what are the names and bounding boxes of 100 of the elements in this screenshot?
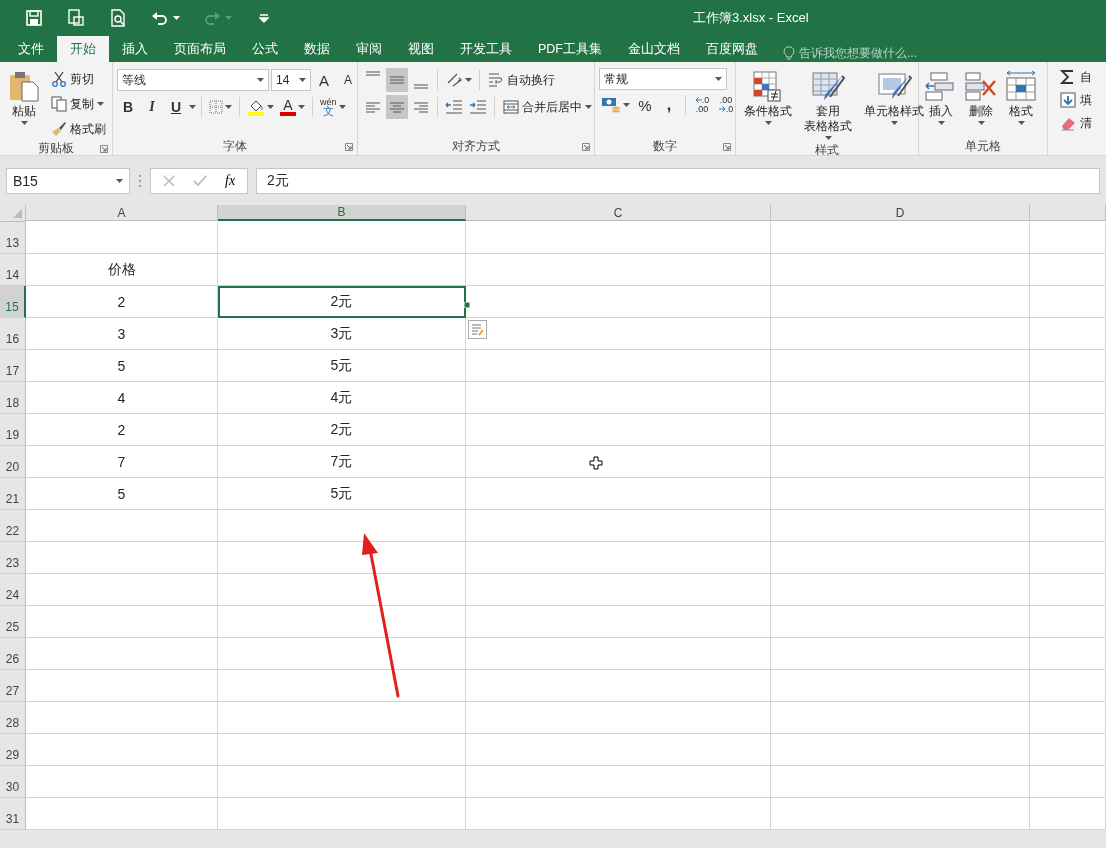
ribbon-tab[interactable]: 金山文档 [615,36,693,62]
delete-cells-button[interactable]: 删除 [963,68,999,137]
decrease-decimal-button[interactable]: .00 .0 [715,93,737,117]
group-label: 样式 [815,142,839,155]
row-header[interactable]: 18 [0,382,26,414]
percent-button[interactable]: % [634,93,656,117]
borders-icon [209,100,223,114]
caret-icon [173,16,180,20]
row-header[interactable]: 30 [0,766,26,798]
eraser-button[interactable]: 清 [1056,112,1095,134]
table-cell: 7 [26,446,218,478]
column-header[interactable]: B [218,205,466,221]
cancel-icon[interactable] [163,174,175,187]
dialog-launcher-icon[interactable] [100,145,108,153]
row-header[interactable]: 22 [0,510,26,542]
ribbon-tab[interactable]: 公式 [239,36,291,62]
fill-handle[interactable] [464,302,470,308]
table-cell: 2 [26,286,218,318]
column-header[interactable]: A [26,205,218,221]
dialog-launcher-icon[interactable] [582,143,590,151]
column-header[interactable]: D [771,205,1030,221]
row-header[interactable]: 13 [0,222,26,254]
row-header[interactable]: 25 [0,606,26,638]
group-label: 数字 [653,137,677,155]
column-header[interactable]: C [466,205,771,221]
tell-me-field[interactable]: 告诉我您想要做什么... [799,45,917,62]
horizontal-align-button[interactable] [386,95,408,119]
row-header[interactable]: 26 [0,638,26,670]
conditional-format-button[interactable]: 条件格式 [740,68,796,142]
caret-icon [97,102,104,106]
ribbon-tab[interactable]: 视图 [395,36,447,62]
shrink-font-button[interactable]: A [337,68,359,92]
table-cell: 3元 [218,318,466,350]
vertical-align-button[interactable] [386,68,408,92]
paintbrush-icon [51,121,67,137]
bold-button[interactable]: B [117,95,139,119]
ribbon-tab[interactable]: 页面布局 [161,36,239,62]
copy-button[interactable]: 复制 [48,93,109,115]
italic-button[interactable]: I [141,95,163,119]
table-style-button[interactable]: 套用 表格格式 [800,68,856,142]
format-cells-button[interactable]: 格式 [1003,68,1039,137]
grow-font-button[interactable]: A [313,68,335,92]
merge-cells-icon [503,99,519,115]
row-header[interactable]: 17 [0,350,26,382]
group-label: 对齐方式 [452,137,500,155]
row-header[interactable]: 20 [0,446,26,478]
insert-function-button[interactable]: fx [225,172,236,189]
row-header[interactable]: 15 [0,286,26,318]
caret-icon [623,103,630,107]
increase-decimal-button[interactable]: .0 .00 [691,93,713,117]
row-header[interactable]: 16 [0,318,26,350]
select-all-icon[interactable] [12,208,24,220]
cut-button[interactable]: 剪切 [48,68,109,90]
row-header[interactable]: 14 [0,254,26,286]
row-header[interactable]: 23 [0,542,26,574]
paste-button[interactable]: 粘贴 [4,68,44,140]
quick-analysis-icon[interactable] [468,320,487,339]
ribbon-tab[interactable]: 审阅 [343,36,395,62]
paint-bucket-icon [247,98,265,116]
drag-handle-icon[interactable] [138,173,142,188]
caret-icon [890,121,898,125]
ribbon-tab[interactable]: 开发工具 [447,36,525,62]
table-cell: 7元 [218,446,466,478]
font-name-dropdown[interactable]: 等线 [117,69,269,91]
format-painter-button[interactable]: 格式刷 [48,118,109,140]
ribbon-tab[interactable]: PDF工具集 [525,36,615,62]
ribbon-tab[interactable]: 百度网盘 [693,36,771,62]
row-header[interactable]: 28 [0,702,26,734]
caret-icon [225,105,232,109]
ribbon-tab[interactable]: 开始 [57,36,109,62]
caret-icon [116,178,123,183]
caret-icon [189,105,196,109]
row-header[interactable]: 21 [0,478,26,510]
formula-field[interactable]: 2元 [256,167,1100,194]
phonetic-guide-button[interactable]: wén 文 [318,95,348,119]
underline-button[interactable]: U [165,95,187,119]
fill-down-button[interactable]: 填 [1056,89,1095,111]
copy-icon [51,96,67,112]
row-header[interactable]: 24 [0,574,26,606]
ribbon-tab[interactable]: 文件 [5,36,57,62]
row-header[interactable]: 29 [0,734,26,766]
dialog-launcher-icon[interactable] [345,143,353,151]
ribbon-tab[interactable]: 数据 [291,36,343,62]
row-header[interactable]: 31 [0,798,26,830]
column-header[interactable] [1030,205,1106,221]
row-header[interactable]: 27 [0,670,26,702]
ribbon-tab[interactable]: 插入 [109,36,161,62]
number-format-dropdown[interactable]: 常规 [599,68,727,90]
row-header[interactable]: 19 [0,414,26,446]
caret-icon [585,105,592,109]
cursor-icon [589,456,603,470]
name-box[interactable]: B15 [6,167,130,194]
merge-center-button[interactable]: 合并后居中 [500,96,595,118]
wrap-text-button[interactable]: 自动换行 [485,69,558,91]
dialog-launcher-icon[interactable] [723,143,731,151]
comma-style-button[interactable]: , [658,93,680,117]
check-icon[interactable] [193,174,207,187]
sum-button[interactable]: 自 [1056,66,1095,88]
font-color-button[interactable]: A [278,95,307,119]
font-size-dropdown[interactable]: 14 [271,69,311,91]
